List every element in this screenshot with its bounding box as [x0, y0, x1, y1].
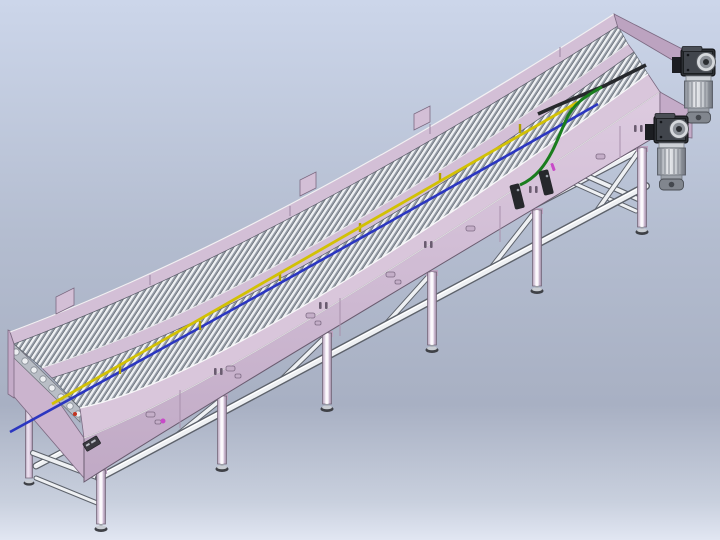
red-marker: [73, 412, 77, 416]
magenta-marker: [161, 419, 166, 424]
front-leg: [531, 208, 544, 294]
front-leg: [321, 331, 334, 412]
front-leg: [95, 468, 108, 532]
conveyor-render: [0, 0, 720, 540]
front-leg: [216, 394, 229, 472]
front-leg: [426, 270, 439, 353]
cad-viewport[interactable]: [0, 0, 720, 540]
front-leg: [636, 146, 649, 235]
